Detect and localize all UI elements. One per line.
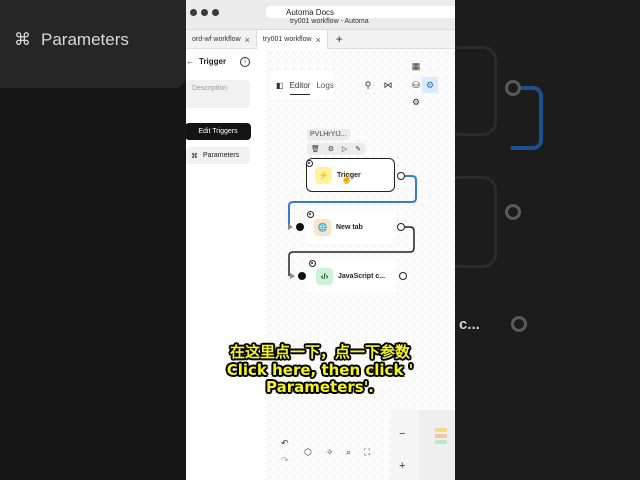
background-left-blur: ⌘ Parameters	[0, 0, 186, 480]
zoom-controls: − +	[391, 410, 419, 480]
close-icon[interactable]: ×	[245, 35, 250, 45]
settings-icon[interactable]: ⚙	[328, 145, 334, 153]
redo-icon[interactable]: ↷	[281, 455, 289, 466]
node-status-port	[309, 260, 316, 267]
background-ghost-node	[455, 46, 497, 136]
background-parameters: ⌘ Parameters	[14, 30, 129, 49]
panel-title: Trigger	[199, 57, 227, 66]
workflow-canvas[interactable]: ◧ Editor Logs ⚲ ⋈ ▦ ⛁ ⚙ ⚙ PVLHrYIJ... 🗑 …	[266, 49, 455, 480]
background-right-blur: c...	[455, 0, 640, 480]
magic-wand-icon[interactable]: ✧	[326, 447, 334, 458]
background-ghost-text: c...	[459, 316, 480, 333]
zoom-window-button[interactable]	[212, 9, 219, 16]
trigger-side-panel: ← Trigger i Description Edit Triggers ⌘ …	[186, 49, 260, 480]
description-field[interactable]: Description	[186, 80, 250, 108]
parameters-button[interactable]: ⌘ Parameters	[186, 147, 250, 164]
background-ghost-port	[505, 204, 521, 220]
command-icon: ⌘	[14, 30, 31, 49]
close-icon[interactable]: ×	[316, 35, 321, 45]
browser-window: Automa Docs try001 workflow - Automa ord…	[186, 0, 455, 480]
fullscreen-icon[interactable]: ⛶	[364, 447, 370, 458]
output-port[interactable]	[399, 272, 407, 280]
globe-icon: 🌐	[314, 219, 331, 236]
mouse-cursor-icon: ☝	[341, 174, 353, 184]
overlapping-window-header: Automa Docs	[266, 6, 455, 18]
input-port[interactable]	[298, 272, 306, 280]
lightning-icon: ⚡	[315, 166, 332, 184]
node-actions-bar: 🗑 ⚙ ▷ ✎	[307, 143, 365, 155]
cube-icon[interactable]: ⬡	[304, 447, 312, 458]
play-icon[interactable]: ▷	[342, 145, 347, 153]
tab-ord-wf-workflow[interactable]: ord-wf workflow ×	[186, 30, 257, 49]
video-caption: 在这里点一下，点一下参数 Click here, then click ' Pa…	[150, 343, 490, 396]
window-title: try001 workflow - Automa	[290, 18, 369, 25]
output-port[interactable]	[397, 172, 405, 180]
arrow-icon	[290, 273, 295, 279]
minimap-node	[435, 428, 447, 432]
close-window-button[interactable]	[190, 9, 197, 16]
minimize-window-button[interactable]	[201, 9, 208, 16]
arrow-icon	[288, 224, 293, 230]
minimap-node	[435, 440, 447, 444]
background-ghost-connector	[511, 86, 543, 150]
node-javascript-code[interactable]: ‹/› JavaScript c...	[308, 260, 397, 293]
title-bar: Automa Docs try001 workflow - Automa	[186, 0, 455, 30]
new-tab-button[interactable]: +	[328, 30, 351, 48]
background-ghost-node	[455, 176, 497, 268]
code-icon: ‹/›	[316, 268, 333, 285]
minimap-node	[435, 434, 447, 438]
background-ghost-port	[511, 316, 527, 332]
tab-try001-workflow[interactable]: try001 workflow ×	[256, 30, 328, 49]
search-icon[interactable]: ⌕	[346, 447, 351, 458]
background-ghost-port	[505, 80, 521, 96]
edit-triggers-button[interactable]: Edit Triggers	[186, 123, 251, 140]
undo-icon[interactable]: ↶	[281, 438, 289, 449]
tab-bar: ord-wf workflow × try001 workflow × +	[186, 30, 455, 49]
window-controls	[190, 9, 219, 16]
arrow-left-icon: ←	[186, 57, 194, 66]
caption-english-line1: Click here, then click '	[226, 361, 414, 379]
pencil-icon[interactable]: ✎	[355, 145, 361, 153]
command-icon: ⌘	[191, 152, 198, 160]
node-status-port	[307, 211, 314, 218]
zoom-out-button[interactable]: −	[399, 428, 405, 440]
zoom-in-button[interactable]: +	[399, 460, 405, 472]
node-id-label: PVLHrYIJ...	[307, 129, 350, 140]
info-icon[interactable]: i	[240, 57, 250, 67]
caption-chinese: 在这里点一下，点一下参数	[229, 343, 410, 361]
node-new-tab[interactable]: 🌐 New tab	[306, 211, 395, 244]
output-port[interactable]	[397, 223, 405, 231]
back-button[interactable]: ← Trigger	[186, 57, 226, 66]
input-port[interactable]	[296, 223, 304, 231]
minimap[interactable]	[419, 410, 455, 480]
caption-english-line2: Parameters'.	[266, 378, 374, 396]
node-status-port	[306, 160, 313, 167]
trash-icon[interactable]: 🗑	[311, 145, 320, 153]
